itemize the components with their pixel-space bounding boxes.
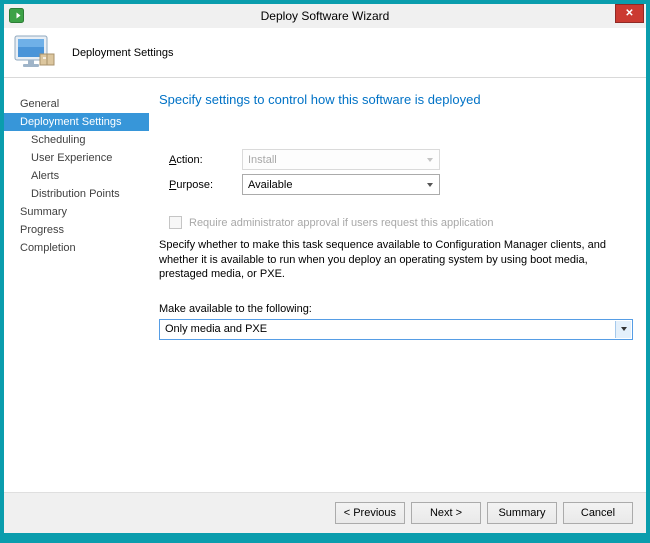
summary-button[interactable]: Summary: [487, 502, 557, 524]
page-title: Deployment Settings: [72, 47, 174, 59]
approval-checkbox-label: Require administrator approval if users …: [189, 217, 494, 229]
approval-checkbox-row: Require administrator approval if users …: [159, 216, 633, 229]
purpose-select[interactable]: Available: [242, 174, 440, 195]
page-heading: Specify settings to control how this sof…: [159, 92, 633, 107]
action-row: Action: Install: [169, 149, 633, 170]
wizard-body: General Deployment Settings Scheduling U…: [4, 78, 646, 492]
action-label: Action:: [169, 154, 242, 166]
action-value: Install: [248, 154, 277, 166]
content-pane: Specify settings to control how this sof…: [149, 78, 646, 492]
sidebar-item-scheduling[interactable]: Scheduling: [4, 131, 149, 149]
availability-description: Specify whether to make this task sequen…: [159, 238, 633, 282]
make-available-select[interactable]: Only media and PXE: [159, 319, 633, 340]
make-available-label: Make available to the following:: [159, 303, 633, 315]
computer-software-icon: [14, 35, 56, 71]
purpose-label: Purpose:: [169, 179, 242, 191]
deploy-software-wizard-window: Deploy Software Wizard ✕ Deployment Sett…: [0, 0, 650, 543]
sidebar-item-general[interactable]: General: [4, 95, 149, 113]
sidebar-item-summary[interactable]: Summary: [4, 203, 149, 221]
next-button[interactable]: Next >: [411, 502, 481, 524]
titlebar: Deploy Software Wizard ✕: [4, 4, 646, 28]
window-icon: [9, 8, 24, 23]
sidebar-item-completion[interactable]: Completion: [4, 239, 149, 257]
close-button[interactable]: ✕: [615, 4, 644, 23]
purpose-value: Available: [248, 179, 292, 191]
cancel-button[interactable]: Cancel: [563, 502, 633, 524]
settings-form: Action: Install Purpose: Available: [159, 149, 633, 195]
dropdown-arrow-icon: [422, 151, 438, 168]
sidebar-item-deployment-settings[interactable]: Deployment Settings: [4, 113, 149, 131]
dropdown-arrow-icon: [422, 176, 438, 193]
close-icon: ✕: [625, 8, 633, 19]
approval-checkbox: [169, 216, 182, 229]
sidebar-item-user-experience[interactable]: User Experience: [4, 149, 149, 167]
wizard-header: Deployment Settings: [4, 28, 646, 78]
sidebar-item-alerts[interactable]: Alerts: [4, 167, 149, 185]
previous-button[interactable]: < Previous: [335, 502, 405, 524]
sidebar: General Deployment Settings Scheduling U…: [4, 78, 149, 492]
button-bar: < Previous Next > Summary Cancel: [4, 492, 646, 533]
make-available-value: Only media and PXE: [165, 323, 267, 335]
window-title: Deploy Software Wizard: [261, 9, 390, 23]
sidebar-item-distribution-points[interactable]: Distribution Points: [4, 185, 149, 203]
purpose-row: Purpose: Available: [169, 174, 633, 195]
dropdown-arrow-icon: [615, 321, 631, 338]
sidebar-item-progress[interactable]: Progress: [4, 221, 149, 239]
action-select: Install: [242, 149, 440, 170]
